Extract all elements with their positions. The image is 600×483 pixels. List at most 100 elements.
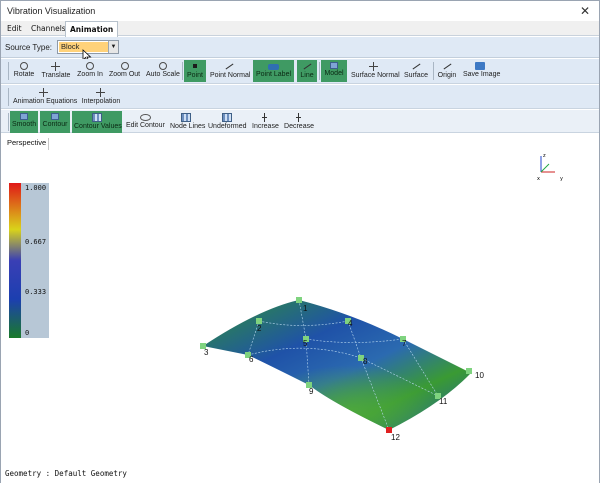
animation-equations-label: Animation Equations bbox=[13, 98, 78, 105]
contour-legend: 1.000 0.667 0.333 0 bbox=[9, 183, 49, 338]
smooth-button[interactable]: Smooth bbox=[10, 111, 38, 133]
point-normal-icon bbox=[224, 62, 234, 71]
undeformed-button[interactable]: Undeformed bbox=[206, 111, 248, 133]
point-icon bbox=[190, 62, 200, 71]
zoom-in-icon bbox=[86, 62, 94, 70]
contour-values-button[interactable]: Contour Values bbox=[72, 111, 122, 133]
save-image-icon bbox=[475, 62, 485, 70]
surface-normal-icon bbox=[369, 62, 379, 71]
toolbar-separator bbox=[8, 88, 9, 106]
zoom-in-button[interactable]: Zoom In bbox=[75, 60, 105, 82]
model-canvas[interactable]: 1.000 0.667 0.333 0 x y z 1 2 3 4 5 6 7 … bbox=[1, 134, 599, 483]
save-image-button[interactable]: Save Image bbox=[461, 60, 500, 82]
point-label-button[interactable]: Point Label bbox=[253, 60, 294, 82]
interpolation-button[interactable]: Interpolation bbox=[79, 86, 123, 108]
node-label-5: 5 bbox=[303, 339, 308, 348]
legend-min: 0 bbox=[25, 329, 29, 337]
node-lines-button[interactable]: Node Lines bbox=[168, 111, 206, 133]
chevron-down-icon[interactable]: ▼ bbox=[108, 41, 118, 53]
legend-mid: 0.667 bbox=[25, 238, 46, 246]
node-10[interactable] bbox=[466, 368, 472, 374]
node-label-7: 7 bbox=[402, 339, 407, 348]
surface-hotspot bbox=[203, 300, 471, 430]
contour-icon bbox=[51, 113, 59, 120]
auto-scale-icon bbox=[158, 62, 167, 70]
zoom-out-icon bbox=[120, 62, 129, 70]
contour-button[interactable]: Contour bbox=[40, 111, 70, 133]
toolbar-row-animation: Animation Equations Interpolation bbox=[1, 85, 599, 109]
legend-color-bar bbox=[9, 183, 21, 338]
surface-button[interactable]: Surface bbox=[401, 60, 431, 82]
decrease-icon bbox=[294, 113, 304, 122]
surface-normal-button[interactable]: Surface Normal bbox=[349, 60, 400, 82]
y-axis-icon bbox=[540, 163, 550, 173]
node-1[interactable] bbox=[296, 297, 302, 303]
toolbar-row-view: Rotate Translate Zoom In Zoom Out Auto S… bbox=[1, 59, 599, 84]
toolbar-separator bbox=[8, 113, 9, 131]
tab-channels[interactable]: Channels bbox=[27, 21, 70, 36]
node-label-10: 10 bbox=[475, 371, 484, 380]
point-label: Point bbox=[187, 72, 203, 79]
app-window: Vibration Visualization ✕ Edit Channels … bbox=[0, 0, 600, 483]
toolbar-separator bbox=[182, 62, 183, 80]
menu-bar: Edit Channels Animation bbox=[1, 21, 599, 37]
zoom-out-label: Zoom Out bbox=[109, 71, 141, 78]
legend-low: 0.333 bbox=[25, 288, 46, 296]
tab-animation[interactable]: Animation bbox=[65, 21, 119, 37]
node-label-3: 3 bbox=[204, 348, 209, 357]
line-label: Line bbox=[300, 72, 314, 79]
x-axis-label: x bbox=[537, 176, 540, 182]
undeformed-label: Undeformed bbox=[208, 123, 247, 130]
undeformed-icon bbox=[222, 113, 232, 122]
3d-viewport[interactable]: Perspective 1.000 0.667 0.333 0 x y z 1 … bbox=[1, 134, 599, 483]
zoom-out-button[interactable]: Zoom Out bbox=[107, 60, 142, 82]
auto-scale-button[interactable]: Auto Scale bbox=[144, 60, 181, 82]
legend-max: 1.000 bbox=[25, 184, 46, 192]
decrease-label: Decrease bbox=[284, 123, 314, 130]
animation-equations-icon bbox=[39, 88, 49, 97]
surface-normal-label: Surface Normal bbox=[351, 72, 400, 79]
toolbar-row-contour: Smooth Contour Contour Values Edit Conto… bbox=[1, 110, 599, 133]
translate-label: Translate bbox=[41, 72, 71, 79]
point-normal-label: Point Normal bbox=[210, 72, 251, 79]
edit-contour-button[interactable]: Edit Contour bbox=[124, 111, 166, 133]
contour-values-label: Contour Values bbox=[74, 123, 122, 130]
close-icon[interactable]: ✕ bbox=[577, 3, 593, 19]
increase-label: Increase bbox=[252, 123, 279, 130]
edit-contour-icon bbox=[139, 114, 151, 121]
origin-button[interactable]: Origin bbox=[435, 60, 459, 82]
toolbar-separator bbox=[319, 62, 320, 80]
tab-edit[interactable]: Edit bbox=[3, 21, 26, 36]
geometry-status: Geometry : Default Geometry bbox=[5, 469, 127, 478]
interpolation-label: Interpolation bbox=[81, 98, 121, 105]
source-type-label: Source Type: bbox=[5, 43, 52, 52]
point-label-label: Point Label bbox=[255, 71, 292, 78]
zoom-in-label: Zoom In bbox=[77, 71, 103, 78]
model-button[interactable]: Model bbox=[321, 60, 347, 82]
z-axis-label: z bbox=[543, 153, 546, 159]
interpolation-icon bbox=[96, 88, 106, 97]
window-title: Vibration Visualization bbox=[7, 6, 96, 16]
animation-equations-button[interactable]: Animation Equations bbox=[11, 86, 77, 108]
point-normal-button[interactable]: Point Normal bbox=[208, 60, 250, 82]
point-button[interactable]: Point bbox=[184, 60, 206, 82]
rotate-label: Rotate bbox=[13, 71, 35, 78]
auto-scale-label: Auto Scale bbox=[146, 71, 180, 78]
node-lines-label: Node Lines bbox=[170, 123, 206, 130]
decrease-button[interactable]: Decrease bbox=[282, 111, 316, 133]
line-button[interactable]: Line bbox=[297, 60, 317, 82]
model-label: Model bbox=[324, 70, 344, 77]
point-label-icon bbox=[268, 64, 279, 70]
smooth-icon bbox=[20, 113, 28, 120]
node-lines-icon bbox=[181, 113, 191, 122]
node-label-6: 6 bbox=[249, 355, 254, 364]
increase-button[interactable]: Increase bbox=[250, 111, 280, 133]
node-label-4: 4 bbox=[348, 319, 353, 328]
line-icon bbox=[302, 62, 312, 71]
rotate-button[interactable]: Rotate bbox=[11, 60, 37, 82]
deformed-surface[interactable] bbox=[203, 299, 471, 431]
contour-values-icon bbox=[92, 113, 102, 122]
node-label-9: 9 bbox=[309, 387, 314, 396]
translate-button[interactable]: Translate bbox=[39, 60, 73, 82]
node-label-12: 12 bbox=[391, 433, 400, 442]
